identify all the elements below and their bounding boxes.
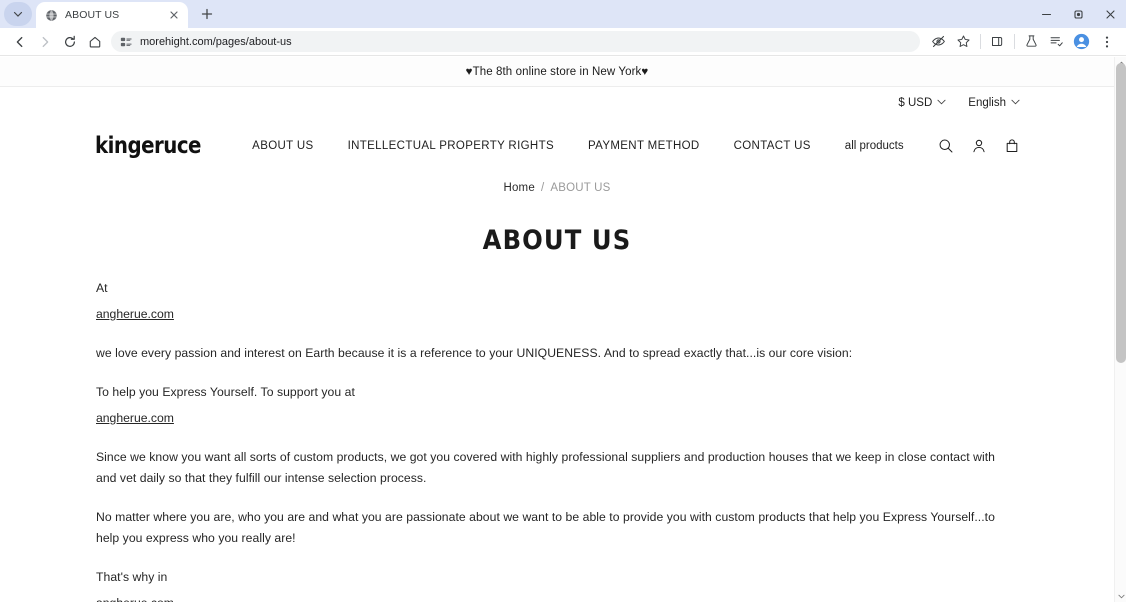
- currency-label: $ USD: [898, 97, 933, 109]
- language-selector[interactable]: English: [968, 97, 1020, 109]
- tab-strip: ABOUT US: [0, 0, 1126, 28]
- chevron-down-icon-2: [1011, 99, 1020, 107]
- site-logo[interactable]: kingeruce: [95, 133, 201, 159]
- user-account-icon[interactable]: [971, 138, 987, 154]
- chevron-down-icon: [937, 99, 946, 107]
- site-header: kingeruce ABOUT US INTELLECTUAL PROPERTY…: [0, 119, 1114, 173]
- flask-icon[interactable]: [1019, 29, 1044, 54]
- paragraph-5: No matter where you are, who you are and…: [96, 510, 995, 545]
- site-settings-icon[interactable]: [119, 35, 132, 48]
- new-tab-button[interactable]: [195, 2, 219, 26]
- paragraph-6: That's why in: [96, 570, 168, 584]
- page-viewport: ♥The 8th online store in New York♥ $ USD…: [0, 57, 1126, 602]
- angherue-link-1[interactable]: angherue.com: [96, 304, 174, 325]
- header-icon-group: [938, 138, 1020, 154]
- browser-toolbar: morehight.com/pages/about-us: [0, 28, 1126, 56]
- page-content: ♥The 8th online store in New York♥ $ USD…: [0, 57, 1114, 602]
- page-title: ABOUT US: [482, 225, 632, 256]
- announcement-bar: ♥The 8th online store in New York♥: [0, 57, 1114, 87]
- utility-bar: $ USD English: [0, 87, 1114, 119]
- tab-title: ABOUT US: [65, 9, 120, 21]
- eye-slash-icon[interactable]: [926, 29, 951, 54]
- breadcrumb-home-link[interactable]: Home: [503, 182, 534, 194]
- paragraph-2: we love every passion and interest on Ea…: [96, 346, 853, 360]
- nav-item-about-us[interactable]: ABOUT US: [252, 140, 313, 152]
- forward-arrow-icon: [32, 29, 57, 54]
- nav-item-all-products[interactable]: all products: [845, 140, 904, 152]
- tab-search-chevron-down-icon[interactable]: [4, 2, 32, 26]
- angherue-link-2[interactable]: angherue.com: [96, 408, 174, 429]
- home-icon[interactable]: [82, 29, 107, 54]
- paragraph-3: To help you Express Yourself. To support…: [96, 385, 355, 399]
- side-panel-icon[interactable]: [985, 29, 1010, 54]
- nav-item-payment-method[interactable]: PAYMENT METHOD: [588, 140, 700, 152]
- window-maximize-button[interactable]: [1062, 0, 1094, 28]
- page-scrollbar[interactable]: [1114, 57, 1126, 602]
- scroll-down-arrow-icon[interactable]: [1115, 590, 1126, 602]
- reading-list-icon[interactable]: [1044, 29, 1069, 54]
- toolbar-divider-2: [1014, 34, 1015, 49]
- back-arrow-icon[interactable]: [7, 29, 32, 54]
- search-icon[interactable]: [938, 138, 954, 154]
- window-close-button[interactable]: [1094, 0, 1126, 28]
- window-controls: [1030, 0, 1126, 28]
- language-label: English: [968, 97, 1006, 109]
- nav-item-contact-us[interactable]: CONTACT US: [734, 140, 811, 152]
- browser-tab[interactable]: ABOUT US: [36, 2, 188, 28]
- nav-item-intellectual-property-rights[interactable]: INTELLECTUAL PROPERTY RIGHTS: [348, 140, 554, 152]
- profile-avatar-icon[interactable]: [1069, 29, 1094, 54]
- breadcrumb-current: ABOUT US: [550, 182, 611, 194]
- tab-close-icon[interactable]: [166, 8, 181, 23]
- paragraph-4: Since we know you want all sorts of cust…: [96, 450, 995, 485]
- shopping-bag-icon[interactable]: [1004, 138, 1020, 154]
- address-bar-url: morehight.com/pages/about-us: [140, 35, 292, 48]
- currency-selector[interactable]: $ USD: [898, 97, 946, 109]
- paragraph-1: At: [96, 281, 108, 295]
- window-minimize-button[interactable]: [1030, 0, 1062, 28]
- main-navigation: ABOUT US INTELLECTUAL PROPERTY RIGHTS PA…: [252, 140, 903, 152]
- breadcrumb: Home / ABOUT US: [0, 173, 1114, 203]
- address-bar[interactable]: morehight.com/pages/about-us: [111, 31, 920, 52]
- toolbar-divider: [980, 34, 981, 49]
- browser-window: ABOUT US morehight.com/pages/about-us ♥T…: [0, 0, 1126, 602]
- reload-icon[interactable]: [57, 29, 82, 54]
- angherue-link-3[interactable]: angherue.com: [96, 593, 174, 602]
- three-dots-menu-icon[interactable]: [1094, 29, 1119, 54]
- scrollbar-thumb[interactable]: [1116, 63, 1126, 363]
- breadcrumb-separator: /: [540, 182, 545, 194]
- bookmark-star-icon[interactable]: [951, 29, 976, 54]
- article-body: At angherue.com we love every passion an…: [0, 264, 1114, 602]
- globe-icon: [45, 9, 58, 22]
